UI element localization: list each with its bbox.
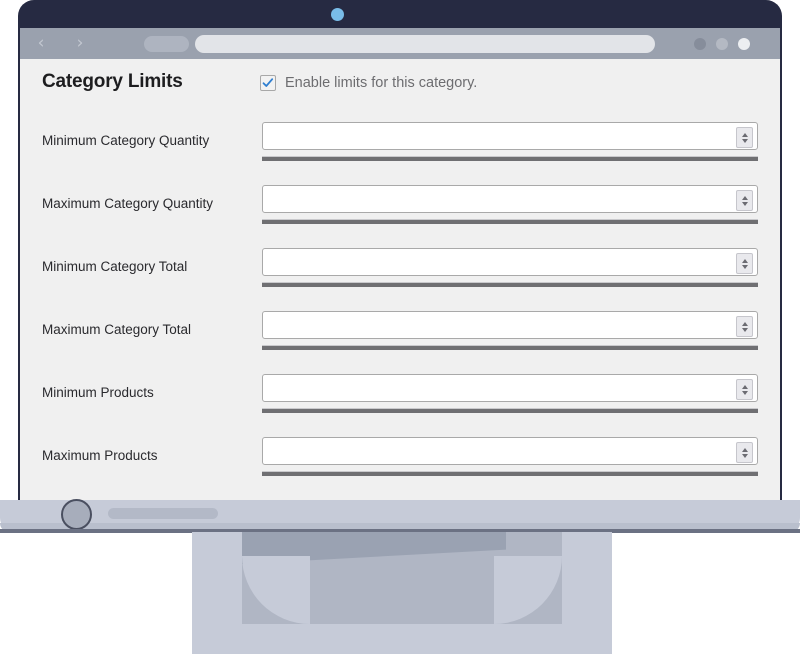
field-label: Minimum Category Total [42,259,188,274]
field-wrapper [262,437,758,465]
window-dot-3[interactable] [738,38,750,50]
address-bar[interactable] [195,35,655,53]
spinner-up-icon[interactable] [741,258,748,263]
row-separator [262,345,758,350]
field-wrapper [262,374,758,402]
spinner-up-icon[interactable] [741,384,748,389]
minimum-category-quantity-input[interactable] [262,122,758,150]
row-separator [262,156,758,161]
page-title: Category Limits [42,71,183,92]
laptop-mockup: ‹ › Category Limits Enable limits for th… [0,0,800,654]
number-spinner[interactable] [736,316,753,337]
minimum-products-input[interactable] [262,374,758,402]
row-separator [262,282,758,287]
form-row: Minimum Category Quantity [20,111,780,174]
enable-limits-checkbox[interactable] [260,75,276,91]
number-spinner[interactable] [736,127,753,148]
page-content: Category Limits Enable limits for this c… [20,59,780,500]
enable-limits-row[interactable]: Enable limits for this category. [260,75,477,91]
browser-tab[interactable] [144,36,189,52]
window-dot-1[interactable] [694,38,706,50]
screen: ‹ › Category Limits Enable limits for th… [20,28,780,500]
page-header: Category Limits Enable limits for this c… [20,59,780,111]
field-wrapper [262,311,758,339]
field-label: Maximum Category Quantity [42,196,214,211]
spinner-up-icon[interactable] [741,132,748,137]
window-dot-2[interactable] [716,38,728,50]
number-spinner[interactable] [736,190,753,211]
field-wrapper [262,185,758,213]
number-spinner[interactable] [736,442,753,463]
category-limits-form: Minimum Category Quantity Maximum Catego… [20,111,780,489]
webcam-icon [331,8,344,21]
back-chevron-icon[interactable]: ‹ [33,35,49,52]
field-label: Minimum Products [42,385,154,400]
minimum-category-total-input[interactable] [262,248,758,276]
form-row: Maximum Category Quantity [20,174,780,237]
spinner-up-icon[interactable] [741,195,748,200]
forward-chevron-icon[interactable]: › [72,35,88,52]
number-spinner[interactable] [736,253,753,274]
enable-limits-label: Enable limits for this category. [285,75,478,91]
field-wrapper [262,248,758,276]
spinner-down-icon[interactable] [741,390,748,395]
spinner-down-icon[interactable] [741,201,748,206]
row-separator [262,408,758,413]
spinner-down-icon[interactable] [741,138,748,143]
spinner-down-icon[interactable] [741,327,748,332]
maximum-category-total-input[interactable] [262,311,758,339]
form-row: Maximum Category Total [20,300,780,363]
field-wrapper [262,122,758,150]
spinner-up-icon[interactable] [741,321,748,326]
check-icon [262,78,274,87]
maximum-category-quantity-input[interactable] [262,185,758,213]
base-speaker-bar [108,508,218,519]
form-row: Minimum Products [20,363,780,426]
maximum-products-input[interactable] [262,437,758,465]
spinner-down-icon[interactable] [741,264,748,269]
row-separator [262,471,758,476]
form-row: Minimum Category Total [20,237,780,300]
form-row: Maximum Products [20,426,780,489]
field-label: Maximum Products [42,448,158,463]
spinner-up-icon[interactable] [741,447,748,452]
home-button[interactable] [61,499,92,530]
spinner-down-icon[interactable] [741,453,748,458]
number-spinner[interactable] [736,379,753,400]
browser-toolbar: ‹ › [20,28,780,59]
field-label: Maximum Category Total [42,322,192,337]
row-separator [262,219,758,224]
field-label: Minimum Category Quantity [42,133,210,148]
